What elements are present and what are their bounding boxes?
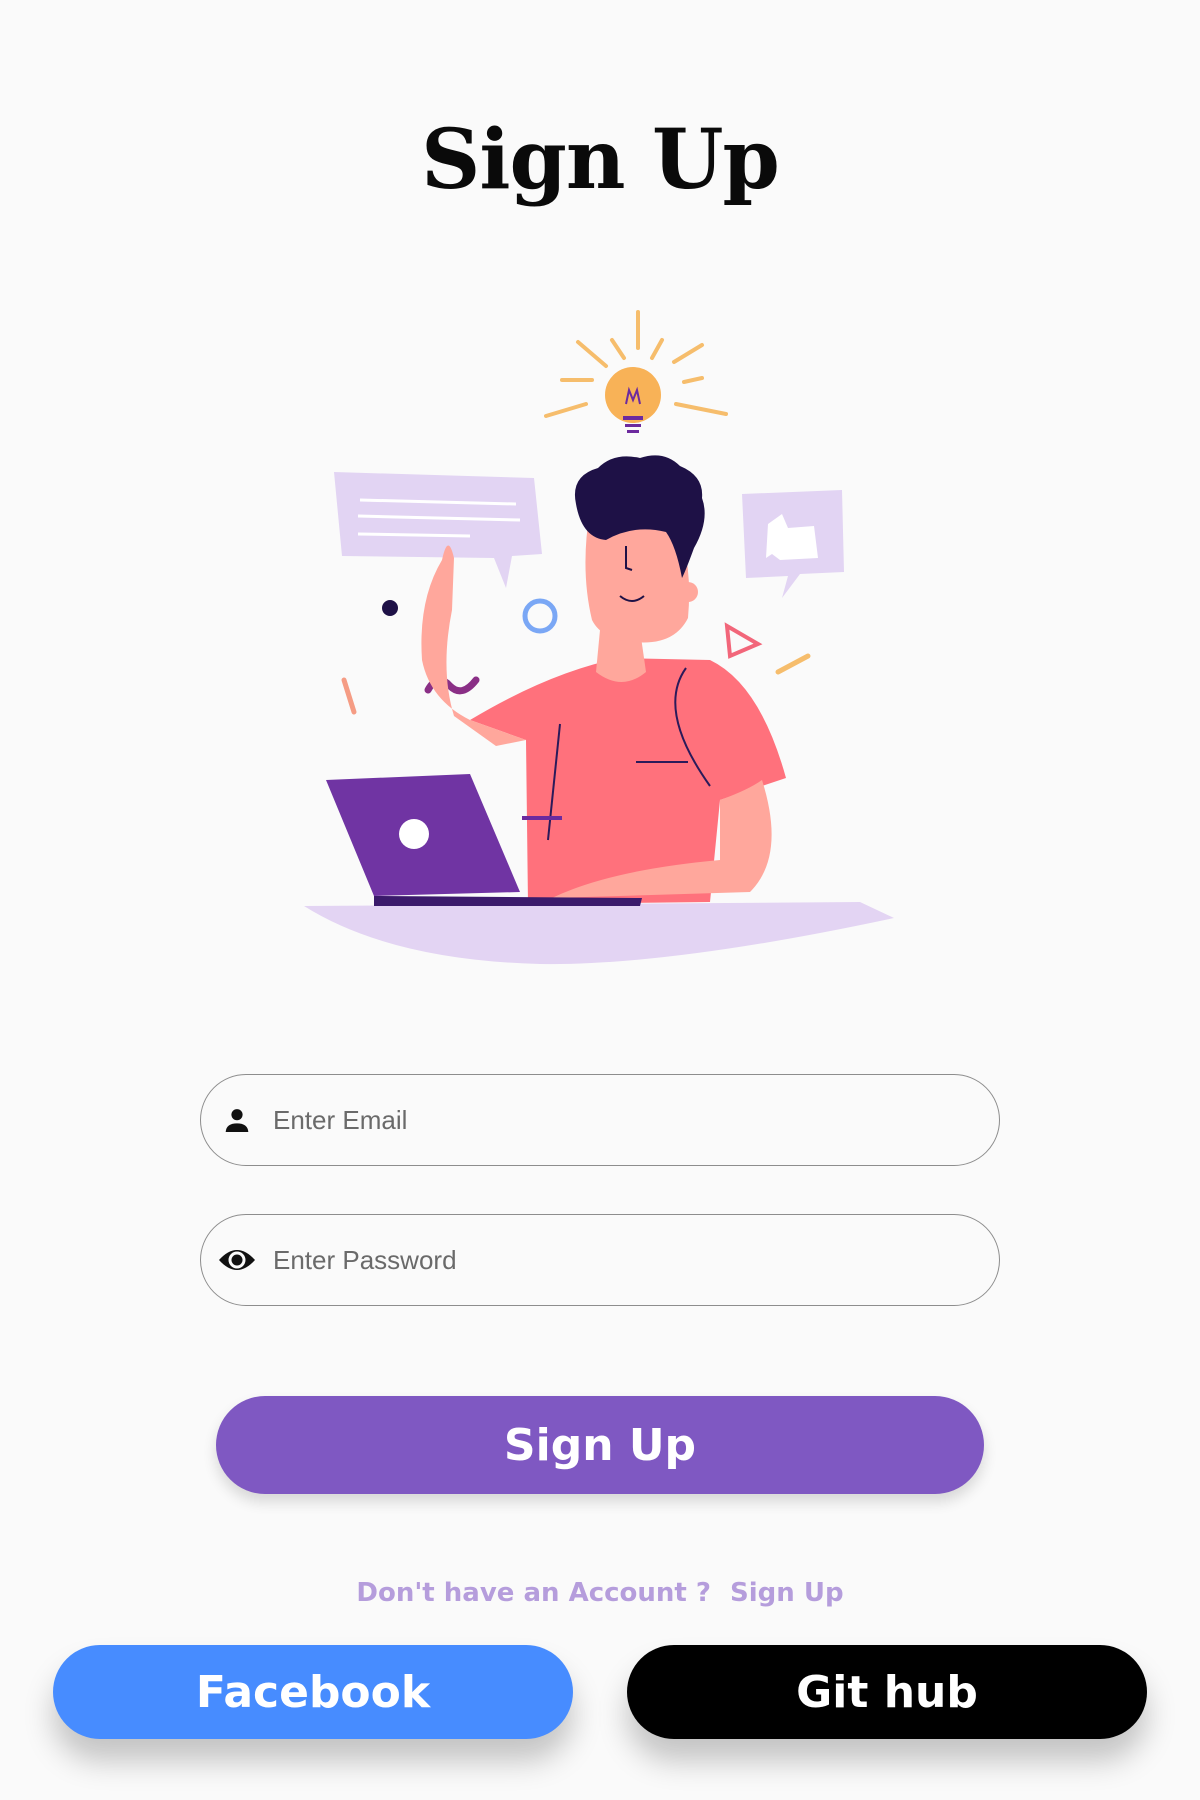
thumbs-up-bubble-icon [742, 490, 844, 598]
confetti-triangle [724, 622, 763, 659]
password-input[interactable] [273, 1215, 999, 1305]
email-input[interactable] [273, 1075, 999, 1165]
email-field[interactable] [200, 1074, 1000, 1166]
person-icon [217, 1100, 257, 1140]
facebook-button[interactable]: Facebook [53, 1645, 573, 1739]
confetti-dot [382, 600, 398, 616]
lightbulb-icon [605, 367, 661, 433]
password-field[interactable] [200, 1214, 1000, 1306]
sign-up-button[interactable]: Sign Up [216, 1396, 984, 1494]
confetti-ring [522, 598, 558, 634]
illustration-person-laptop [304, 310, 894, 965]
github-button[interactable]: Git hub [627, 1645, 1147, 1739]
eye-icon[interactable] [217, 1240, 257, 1280]
sign-up-link[interactable]: Sign Up [730, 1578, 844, 1608]
desk [304, 902, 894, 965]
confetti-dash [775, 653, 811, 675]
page-title: Sign Up [421, 112, 780, 208]
account-prompt-text: Don't have an Account ? [356, 1578, 711, 1608]
account-prompt: Don't have an Account ? Sign Up [0, 1578, 1200, 1608]
confetti-dash [341, 677, 357, 715]
